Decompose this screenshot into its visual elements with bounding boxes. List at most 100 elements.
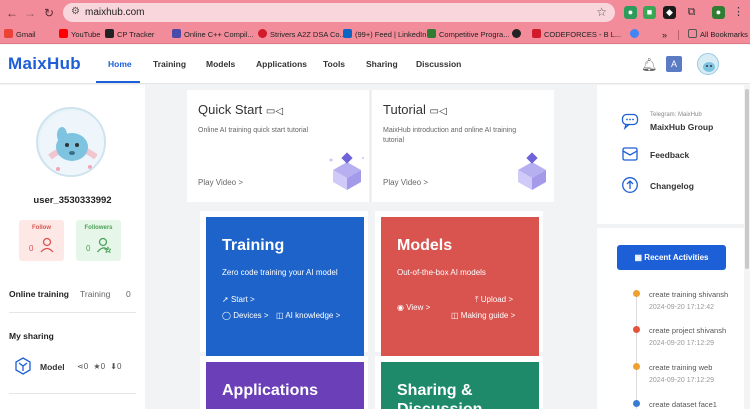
training-card[interactable]: Training Zero code training your AI mode… [206,217,364,357]
card-desc: Online AI training quick start tutorial [198,127,309,134]
card-desc: MaixHub introduction and online AI train… [383,127,517,144]
card-desc: Out-of-the-box AI models [397,268,486,277]
ai-knowledge-link[interactable]: ◫ AI knowledge > [276,311,340,320]
bookmark-label: YouTube [71,30,101,39]
changelog-link[interactable]: Changelog [650,181,694,191]
scrollbar[interactable] [744,85,750,409]
nav-discussion[interactable]: Discussion [416,59,461,69]
recent-activities-button[interactable]: ▦ Recent Activities [617,245,726,270]
scrollbar-thumb[interactable] [745,89,749,269]
card-title: Quick Start ▭◁ [198,102,284,117]
model-label[interactable]: Model [40,362,65,372]
forward-icon[interactable]: → [22,5,38,21]
profile-icon[interactable]: ● [712,6,725,19]
menu-icon[interactable]: ⋮ [732,6,745,19]
upload-link[interactable]: ⤒ Upload > [475,295,513,305]
app-header: MaixHub Home Training Models Application… [0,45,750,84]
activity-text[interactable]: create dataset face1 [649,400,717,409]
language-icon[interactable]: A [666,56,682,72]
timeline-line [636,292,637,409]
bookmark-label: Competitive Progra... [439,30,510,39]
nav-applications[interactable]: Applications [256,59,307,69]
reload-icon[interactable]: ↻ [41,5,57,21]
bookmark-item[interactable]: (99+) Feed | LinkedIn [343,29,426,41]
puzzle-icon[interactable]: ⧉ [685,6,698,19]
video-icon: ▭◁ [265,106,284,117]
profile-sidebar: user_3530333992 Follow 0 Followers 0 Onl… [0,85,145,409]
bookmark-item[interactable] [630,29,642,41]
nav-home[interactable]: Home [108,59,132,69]
bookmark-item[interactable]: Competitive Progra... [427,29,509,41]
calendar-icon: ▦ [634,253,645,262]
card-title: Training [222,237,285,254]
bookmark-label: Strivers A2Z DSA Co... [270,30,346,39]
nav-tools[interactable]: Tools [323,59,345,69]
address-bar[interactable]: ⚙ maixhub.com ☆ [63,3,615,22]
extension-icon[interactable]: ■ [643,6,656,19]
card-title: Sharing & [397,382,473,399]
start-link[interactable]: ➚ Start > [222,295,255,304]
bookmark-label: CODEFORCES - B L... [544,30,622,39]
telegram-label: Telegram: MaixHub [650,112,702,118]
training-label[interactable]: Training [80,289,110,299]
bookmarks-bar: Gmail YouTube CP Tracker Online C++ Comp… [0,26,750,44]
card-title-line2: Discussion [397,401,482,409]
follow-count: 0 [29,244,34,253]
activity-time: 2024-09-20 17:12:29 [649,377,714,384]
bookmark-item[interactable]: Gmail [4,29,36,41]
share-count: 0 [83,362,89,371]
feedback-link[interactable]: Feedback [650,150,689,160]
bookmark-star-icon[interactable]: ☆ [596,5,607,19]
group-link[interactable]: MaixHub Group [650,122,713,132]
bookmark-item[interactable]: Strivers A2Z DSA Co... [258,29,346,41]
timeline-dot [633,400,640,407]
avatar[interactable] [36,107,106,177]
divider [9,312,136,313]
tutorial-card[interactable]: Tutorial ▭◁ MaixHub introduction and onl… [372,90,554,202]
activity-text[interactable]: create training shivansh [649,290,728,299]
bookmark-item[interactable] [512,29,524,41]
links-panel: Telegram: MaixHub MaixHub Group Feedback… [597,85,750,224]
followers-box[interactable]: Followers 0 [76,220,121,261]
extension-icon[interactable]: ● [624,6,637,19]
bookmark-item[interactable]: CODEFORCES - B L... [532,29,621,41]
devices-link[interactable]: ◯ Devices > [222,311,269,320]
play-video-link[interactable]: Play Video > [198,178,243,187]
all-bookmarks-label: All Bookmarks [700,30,748,39]
online-training-label: Online training [9,289,69,299]
chevron-right-icon[interactable]: » [662,29,667,41]
cube-icon [512,152,552,192]
extension-icon[interactable]: ◆ [663,6,676,19]
making-guide-link[interactable]: ◫ Making guide > [451,311,515,320]
sharing-card[interactable]: Sharing & Discussion [381,362,539,409]
play-video-link[interactable]: Play Video > [383,178,428,187]
follow-box[interactable]: Follow 0 [19,220,64,261]
url-text: maixhub.com [85,7,145,18]
quick-start-card[interactable]: Quick Start ▭◁ Online AI training quick … [187,90,369,202]
view-link[interactable]: ◉ View > [397,303,430,312]
all-bookmarks[interactable]: All Bookmarks [688,29,748,41]
nav-sharing[interactable]: Sharing [366,59,398,69]
nav-training[interactable]: Training [153,59,186,69]
bookmark-label: (99+) Feed | LinkedIn [355,30,427,39]
card-title: Tutorial ▭◁ [383,102,447,117]
video-icon: ▭◁ [429,106,447,117]
logo[interactable]: MaixHub [8,54,81,74]
bookmark-item[interactable]: YouTube [59,29,100,41]
back-icon[interactable]: ← [4,5,20,21]
models-card[interactable]: Models Out-of-the-box AI models ◉ View >… [381,217,539,357]
cube-icon [327,152,367,192]
activity-text[interactable]: create project shivansh [649,326,726,335]
bookmark-item[interactable]: Online C++ Compil... [172,29,254,41]
applications-card[interactable]: Applications [206,362,364,409]
site-settings-icon[interactable]: ⚙ [71,6,80,17]
avatar[interactable] [697,53,719,75]
timeline-dot [633,326,640,333]
followers-count: 0 [86,244,91,253]
nav-models[interactable]: Models [206,59,235,69]
username: user_3530333992 [33,195,112,206]
bell-icon[interactable]: 🔔︎ [641,57,658,73]
bookmark-item[interactable]: CP Tracker [105,29,154,41]
user-star-icon [96,237,112,256]
activity-text[interactable]: create training web [649,363,712,372]
